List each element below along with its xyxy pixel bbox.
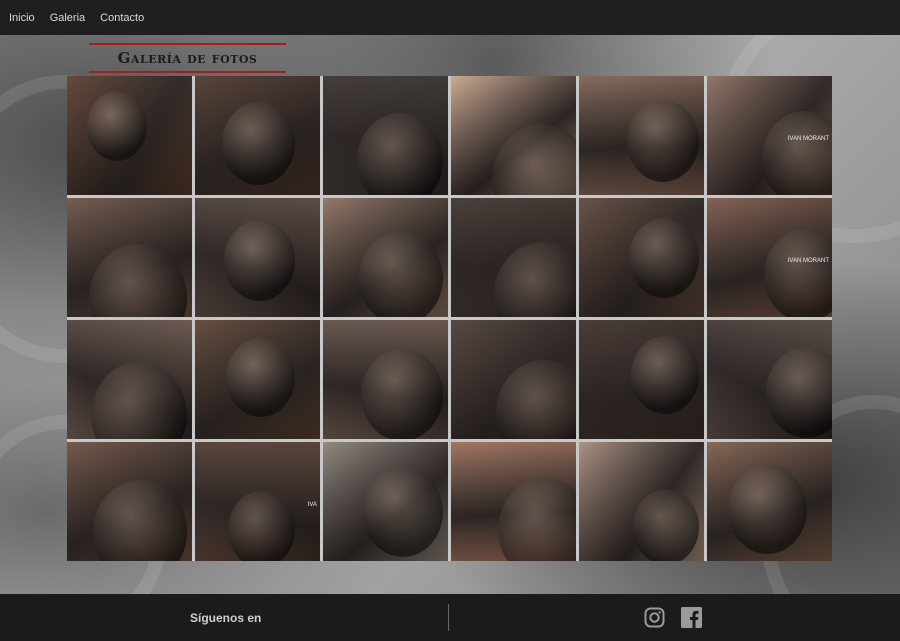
photo-shade	[195, 76, 320, 195]
photo-shade	[451, 198, 576, 317]
photo-shade	[67, 320, 192, 439]
main-background: Galería de fotos IVAN MORANT IVAN MORANT I…	[0, 35, 900, 594]
photo-gallery: IVAN MORANT IVAN MORANT IVA	[67, 76, 832, 561]
photo-shade	[451, 442, 576, 561]
gallery-thumbnail[interactable]	[579, 320, 704, 439]
photo-shade	[195, 442, 320, 561]
photo-shade	[67, 198, 192, 317]
instagram-icon[interactable]	[644, 607, 665, 628]
photo-shade	[707, 320, 832, 439]
photo-shade	[451, 320, 576, 439]
gallery-thumbnail[interactable]	[451, 198, 576, 317]
gallery-title-banner: Galería de fotos	[89, 43, 286, 73]
gallery-thumbnail[interactable]	[67, 198, 192, 317]
photo-shade	[195, 320, 320, 439]
gallery-thumbnail[interactable]	[579, 76, 704, 195]
photo-shade	[451, 76, 576, 195]
gallery-thumbnail[interactable]	[195, 320, 320, 439]
gallery-thumbnail[interactable]: IVAN MORANT	[707, 198, 832, 317]
watermark-caption: IVA	[307, 501, 317, 508]
gallery-thumbnail[interactable]	[323, 442, 448, 561]
photo-shade	[707, 442, 832, 561]
gallery-thumbnail[interactable]	[451, 320, 576, 439]
gallery-thumbnail[interactable]	[707, 442, 832, 561]
watermark-caption: IVAN MORANT	[787, 257, 829, 264]
photo-shade	[323, 442, 448, 561]
photo-shade	[195, 198, 320, 317]
gallery-thumbnail[interactable]	[323, 320, 448, 439]
gallery-thumbnail[interactable]	[323, 76, 448, 195]
follow-label: Síguenos en	[190, 611, 262, 625]
gallery-thumbnail[interactable]	[451, 442, 576, 561]
gallery-thumbnail[interactable]	[67, 76, 192, 195]
photo-shade	[323, 76, 448, 195]
gallery-thumbnail[interactable]	[67, 442, 192, 561]
gallery-thumbnail[interactable]: IVAN MORANT	[707, 76, 832, 195]
nav-item-galeria[interactable]: Galeria	[50, 12, 85, 24]
photo-shade	[579, 76, 704, 195]
gallery-thumbnail[interactable]	[323, 198, 448, 317]
photo-shade	[67, 442, 192, 561]
footer-divider	[448, 604, 449, 631]
gallery-thumbnail[interactable]	[579, 198, 704, 317]
watermark-caption: IVAN MORANT	[787, 135, 829, 142]
nav-item-inicio[interactable]: Inicio	[9, 12, 35, 24]
gallery-thumbnail[interactable]: IVA	[195, 442, 320, 561]
nav-item-contacto[interactable]: Contacto	[100, 12, 144, 24]
gallery-thumbnail[interactable]	[195, 198, 320, 317]
gallery-thumbnail[interactable]	[579, 442, 704, 561]
photo-shade	[323, 198, 448, 317]
photo-shade	[323, 320, 448, 439]
photo-shade	[579, 442, 704, 561]
photo-shade	[579, 198, 704, 317]
gallery-thumbnail[interactable]	[67, 320, 192, 439]
gallery-thumbnail[interactable]	[451, 76, 576, 195]
photo-shade	[67, 76, 192, 195]
page-title: Galería de fotos	[117, 49, 258, 67]
top-nav: Inicio Galeria Contacto	[0, 0, 900, 35]
footer: Síguenos en	[0, 594, 900, 641]
photo-shade	[579, 320, 704, 439]
facebook-icon[interactable]	[681, 607, 702, 628]
gallery-thumbnail[interactable]	[707, 320, 832, 439]
gallery-thumbnail[interactable]	[195, 76, 320, 195]
